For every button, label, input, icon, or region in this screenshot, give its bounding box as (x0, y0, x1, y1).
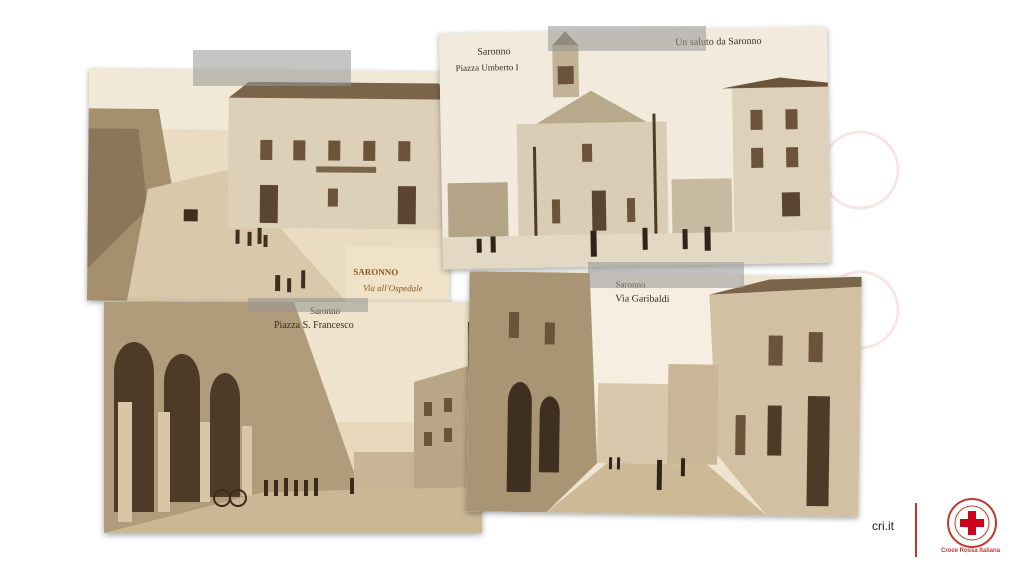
caption-place: Piazza S. Francesco (274, 320, 354, 331)
tape-strip (193, 50, 351, 86)
postcard-piazza-umberto: Saronno Piazza Umberto I Un saluto da Sa… (438, 26, 832, 270)
postcard-via-ospedale: SARONNO Via all'Ospedale (86, 68, 452, 304)
postcard-street-garibaldi-image (466, 271, 862, 517)
caption-place: Via Garibaldi (615, 293, 670, 306)
tape-strip (588, 262, 744, 288)
organization-label: Croce Rossa Italiana (941, 548, 1001, 554)
postcard-via-garibaldi: Saronno Via Garibaldi (466, 271, 862, 517)
caption-place: Piazza Umberto I (455, 62, 519, 74)
red-cross-logo-icon (947, 498, 997, 548)
website-link[interactable]: cri.it (872, 519, 894, 533)
tape-strip (548, 26, 706, 51)
caption-city: Saronno (477, 46, 511, 58)
postcard-piazza-francesco: Saronno Piazza S. Francesco (104, 302, 482, 533)
tape-strip (248, 298, 368, 312)
slide: SARONNO Via all'Ospedale Saronno Piazza … (0, 0, 1024, 577)
caption-prefix: SARONNO (353, 266, 399, 278)
caption-title: Via all'Ospedale (363, 282, 423, 294)
footer-divider (915, 503, 917, 557)
postcard-arcade-image (104, 302, 482, 533)
